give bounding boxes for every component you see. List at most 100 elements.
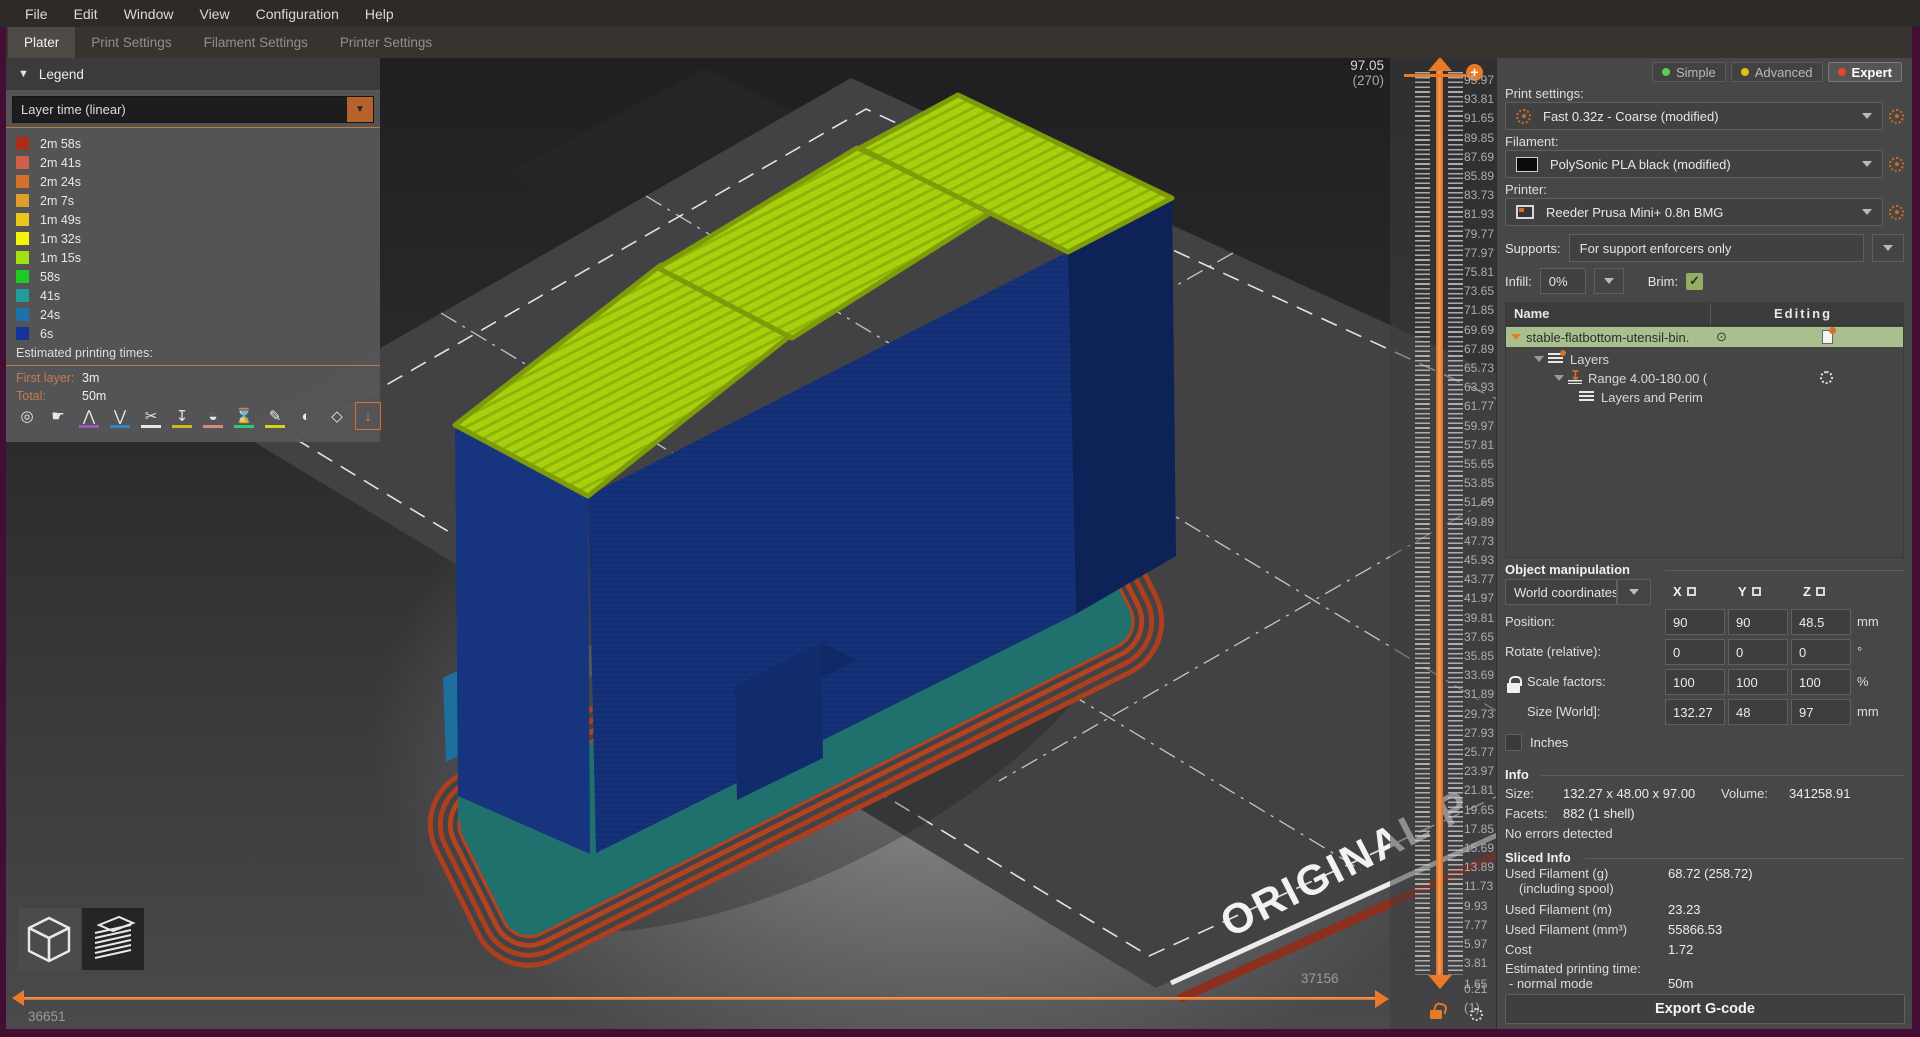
legend-divider-2 <box>6 365 380 366</box>
coordinate-chevron-button[interactable] <box>1617 579 1651 605</box>
slider-settings-icon[interactable] <box>1470 1008 1483 1021</box>
view-type-dropdown[interactable]: Layer time (linear) ▼ <box>12 96 374 123</box>
layer-slider-bar[interactable] <box>1436 70 1443 975</box>
value-input[interactable]: 48.5 <box>1791 609 1851 635</box>
value-input[interactable]: 0 <box>1665 639 1725 665</box>
deretractions-icon[interactable]: ⋀ <box>76 402 102 430</box>
mode-button-expert[interactable]: Expert <box>1828 62 1902 82</box>
value-input[interactable]: 48 <box>1728 699 1788 725</box>
print-settings-dropdown[interactable]: Fast 0.32z - Coarse (modified) <box>1505 102 1883 130</box>
retractions-icon[interactable]: ☛ <box>45 402 71 430</box>
layer-slider-lower-handle[interactable] <box>1428 975 1452 989</box>
facets-label: Facets: <box>1505 806 1548 821</box>
chevron-down-icon <box>1862 161 1872 167</box>
filament-dropdown[interactable]: PolySonic PLA black (modified) <box>1505 150 1883 178</box>
object-row[interactable]: stable-flatbottom-utensil-bin. ⊙ <box>1506 327 1903 347</box>
value-input[interactable]: 100 <box>1665 669 1725 695</box>
value-input[interactable]: 90 <box>1728 609 1788 635</box>
unit-label: ° <box>1857 644 1862 659</box>
menu-item-file[interactable]: File <box>12 2 61 26</box>
seams-icon[interactable]: ⋁ <box>107 402 133 430</box>
layer-tick-label: 33.69 <box>1464 668 1494 682</box>
mode-button-advanced[interactable]: Advanced <box>1731 62 1823 82</box>
supports-chevron-button[interactable] <box>1872 234 1904 262</box>
unlock-icon[interactable] <box>1430 1010 1442 1019</box>
size-value: 132.27 x 48.00 x 97.00 <box>1563 786 1695 801</box>
range-settings-icon[interactable] <box>1820 371 1833 384</box>
moves-slider-right-handle[interactable] <box>1375 990 1389 1008</box>
eye-icon[interactable]: ⊙ <box>1716 329 1727 345</box>
layers-icon <box>1579 391 1594 403</box>
tab-print-settings[interactable]: Print Settings <box>75 27 187 58</box>
legend-item: 1m 32s <box>16 229 81 248</box>
layers-perimeters-row[interactable]: Layers and Perim <box>1506 387 1903 407</box>
menu-item-window[interactable]: Window <box>111 2 187 26</box>
layer-tick-label: 0.21 <box>1464 982 1487 996</box>
3d-viewport[interactable]: ORIGINAL P <box>6 58 1496 1029</box>
3d-editor-view-button[interactable] <box>18 908 80 970</box>
menu-item-help[interactable]: Help <box>352 2 407 26</box>
color-changes-icon[interactable]: ↧ <box>169 402 195 430</box>
tab-filament-settings[interactable]: Filament Settings <box>188 27 324 58</box>
brim-checkbox[interactable]: ✓ <box>1686 273 1703 290</box>
tool-changes-icon[interactable]: ◒ <box>200 402 226 430</box>
moves-slider-left-handle[interactable] <box>12 990 24 1006</box>
axis-y-icon <box>1752 587 1761 596</box>
mode-button-simple[interactable]: Simple <box>1652 62 1726 82</box>
layer-range-row[interactable]: Range 4.00-180.00 ( <box>1506 368 1903 388</box>
layer-slider[interactable]: 97.05 (270) + 95.9793.8191.6589.8587.698… <box>1390 58 1496 1029</box>
moves-slider[interactable]: 36651 37156 <box>6 969 1390 1029</box>
printer-gear-icon[interactable] <box>1889 205 1904 220</box>
value-input[interactable]: 97 <box>1791 699 1851 725</box>
shells-icon[interactable]: ◇ <box>324 402 350 430</box>
lock-icon[interactable] <box>1507 683 1520 693</box>
layers-row[interactable]: Layers <box>1506 349 1903 369</box>
layer-tick-label: 9.93 <box>1464 899 1487 913</box>
layer-tick-label: 15.69 <box>1464 841 1494 855</box>
filament-gear-icon[interactable] <box>1889 157 1904 172</box>
custom-gcode-icon[interactable]: ✎ <box>262 402 288 430</box>
layer-range-icon <box>1568 372 1582 384</box>
menu-item-edit[interactable]: Edit <box>61 2 111 26</box>
value-input[interactable]: 0 <box>1728 639 1788 665</box>
print-settings-gear-icon[interactable] <box>1889 109 1904 124</box>
filament-color-swatch <box>1516 157 1538 172</box>
legend-item: 1m 49s <box>16 210 81 229</box>
coordinate-system-dropdown[interactable]: World coordinates <box>1505 579 1617 605</box>
current-layer-readout: 97.05 (270) <box>1278 58 1384 88</box>
layer-slider-upper-handle[interactable] <box>1428 58 1452 71</box>
tab-bar: PlaterPrint SettingsFilament SettingsPri… <box>6 27 1912 58</box>
value-input[interactable]: 100 <box>1728 669 1788 695</box>
dropdown-arrow-icon[interactable]: ▼ <box>347 97 373 122</box>
print-head-icon[interactable]: ↓ <box>355 402 381 430</box>
moves-slider-bar[interactable] <box>24 997 1376 1000</box>
cost-row: Cost 1.72 <box>1505 942 1904 957</box>
pause-prints-icon[interactable]: ⌛ <box>231 402 257 430</box>
value-input[interactable]: 100 <box>1791 669 1851 695</box>
edit-object-icon[interactable] <box>1822 330 1833 344</box>
value-input[interactable]: 0 <box>1791 639 1851 665</box>
layer-tick-label: 37.65 <box>1464 630 1494 644</box>
layer-tick-label: 77.97 <box>1464 246 1494 260</box>
value-input[interactable]: 132.27 <box>1665 699 1725 725</box>
layer-tick-label: 51.69 <box>1464 495 1494 509</box>
travel-moves-icon[interactable]: ◎ <box>14 402 40 430</box>
legend-header[interactable]: ▼ Legend <box>6 58 380 90</box>
wipe-moves-icon[interactable]: ✂ <box>138 402 164 430</box>
value-input[interactable]: 90 <box>1665 609 1725 635</box>
facets-value: 882 (1 shell) <box>1563 806 1635 821</box>
printer-dropdown[interactable]: Reeder Prusa Mini+ 0.8n BMG <box>1505 198 1883 226</box>
menu-item-configuration[interactable]: Configuration <box>243 2 352 26</box>
tab-plater[interactable]: Plater <box>8 27 75 58</box>
supports-dropdown[interactable]: For support enforcers only <box>1569 234 1864 262</box>
tab-printer-settings[interactable]: Printer Settings <box>324 27 448 58</box>
infill-chevron-button[interactable] <box>1594 268 1624 294</box>
menu-item-view[interactable]: View <box>186 2 242 26</box>
center-of-mass-icon[interactable]: ◐ <box>293 402 319 430</box>
infill-dropdown[interactable]: 0% <box>1540 268 1586 294</box>
export-gcode-button[interactable]: Export G-code <box>1505 994 1905 1024</box>
inches-checkbox[interactable] <box>1505 734 1522 751</box>
preview-view-button[interactable] <box>82 908 144 970</box>
model-face-left <box>455 425 590 854</box>
legend-item: 6s <box>16 324 81 343</box>
